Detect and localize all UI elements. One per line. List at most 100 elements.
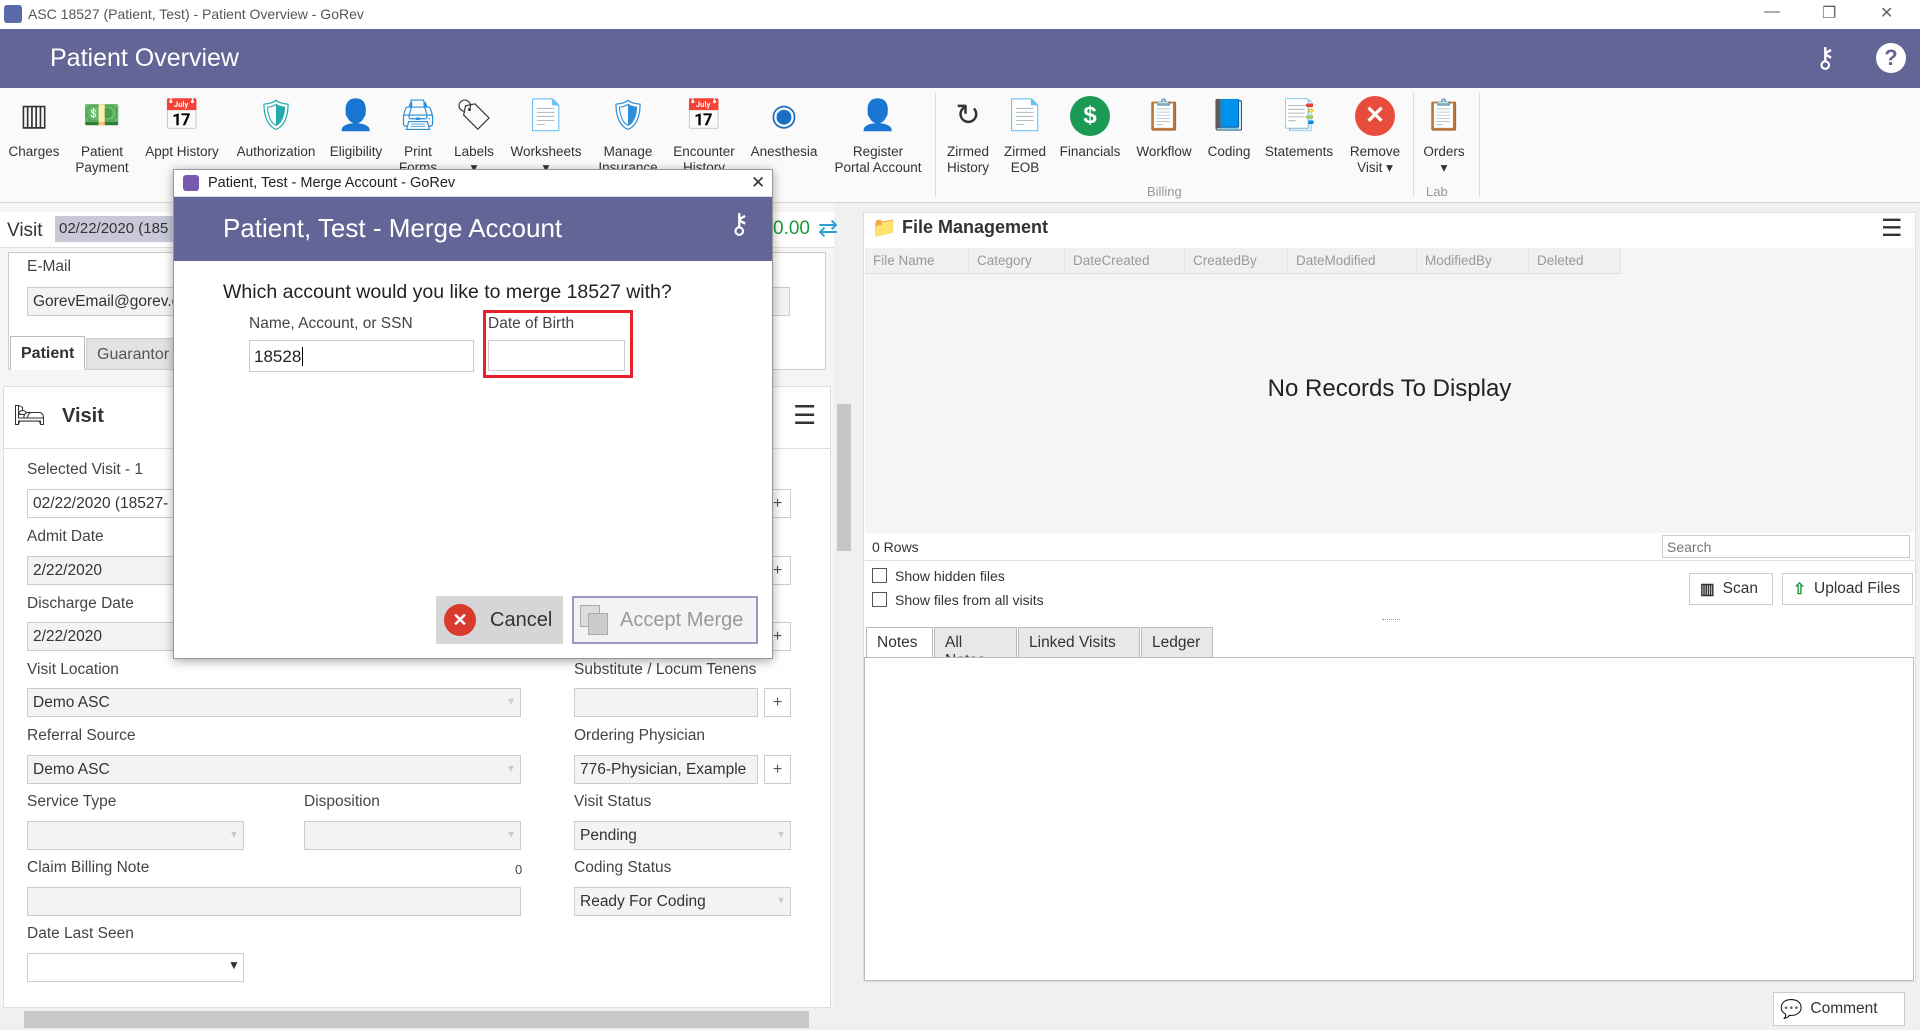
search-input[interactable]: 18528	[249, 340, 474, 372]
help-icon[interactable]: ?	[1876, 43, 1906, 73]
claim-billing-note-field[interactable]	[27, 887, 521, 916]
ribbon-button-encounter-history[interactable]: 📅 Encounter History	[659, 96, 749, 176]
shield-clipboard-icon: 🛡	[256, 99, 296, 132]
minimize-icon[interactable]: —	[1764, 3, 1780, 21]
refresh-icon[interactable]: ⇄	[818, 214, 838, 243]
show-hidden-files-checkbox[interactable]	[872, 568, 887, 583]
date-last-seen-picker[interactable]	[27, 953, 244, 982]
column-header[interactable]: File Name	[865, 248, 969, 274]
upload-icon: ⇧	[1793, 580, 1806, 598]
column-header[interactable]: ModifiedBy	[1417, 248, 1529, 274]
barcode-icon: ▥	[1700, 580, 1715, 598]
app-logo-icon	[4, 5, 22, 23]
visit-status-select[interactable]: Pending	[574, 821, 791, 850]
notes-content	[864, 657, 1914, 981]
scrollbar-thumb[interactable]	[837, 404, 851, 551]
group-label-billing: Billing	[1147, 184, 1182, 199]
upload-files-button[interactable]: ⇧ Upload Files	[1782, 573, 1913, 605]
ribbon-button-anesthesia[interactable]: ◉ Anesthesia	[739, 96, 829, 160]
vertical-scrollbar[interactable]	[835, 251, 853, 1006]
ribbon-button-authorization[interactable]: 🛡 Authorization	[231, 96, 321, 160]
column-header[interactable]: DateCreated	[1065, 248, 1185, 274]
ribbon-button-register-portal-account[interactable]: 👤 Register Portal Account	[833, 96, 923, 176]
scan-button[interactable]: ▥ Scan	[1689, 573, 1773, 605]
admit-date-label: Admit Date	[27, 528, 104, 545]
scrollbar-thumb[interactable]	[24, 1011, 809, 1028]
folder-icon: 📁	[872, 217, 897, 239]
ribbon-button-worksheets[interactable]: 📄 Worksheets ▾	[501, 96, 591, 176]
column-header[interactable]: CreatedBy	[1185, 248, 1288, 274]
calendar-clock-icon: 📅	[163, 99, 201, 132]
tab-guarantor[interactable]: Guarantor	[86, 338, 186, 370]
ribbon-button-label: Payment	[75, 160, 129, 175]
dialog-close-icon[interactable]: ✕	[751, 173, 765, 193]
encounter-icon: 📅	[685, 99, 723, 132]
tab-patient[interactable]: Patient	[10, 336, 85, 370]
disposition-label: Disposition	[304, 793, 380, 810]
coding-status-select[interactable]: Ready For Coding	[574, 887, 791, 916]
ribbon-button-appt-history[interactable]: 📅 Appt History	[137, 96, 227, 160]
keys-icon[interactable]: ⚷	[1815, 41, 1836, 74]
tab-notes[interactable]: Notes	[866, 627, 933, 658]
ordering-physician-field[interactable]: 776-Physician, Example	[574, 755, 758, 784]
add-ordering-physician-button[interactable]: +	[764, 755, 791, 784]
claim-billing-note-label: Claim Billing Note	[27, 859, 150, 876]
column-header[interactable]: Deleted	[1529, 248, 1621, 274]
visit-select[interactable]: 02/22/2020 (185	[55, 216, 180, 242]
disposition-select[interactable]	[304, 821, 521, 850]
service-type-select[interactable]	[27, 821, 244, 850]
service-type-label: Service Type	[27, 793, 117, 810]
user-check-icon: 👤	[337, 99, 375, 132]
hamburger-menu-icon[interactable]: ☰	[1881, 214, 1903, 243]
scan-label: Scan	[1722, 580, 1758, 597]
files-grid: File Name Category DateCreated CreatedBy Dat…	[865, 248, 1914, 533]
tab-linked-visits[interactable]: Linked Visits	[1018, 627, 1140, 658]
show-all-visits-checkbox[interactable]	[872, 592, 887, 607]
date-last-seen-label: Date Last Seen	[27, 925, 134, 942]
cancel-icon: ✕	[444, 604, 476, 636]
visit-location-select[interactable]: Demo ASC	[27, 688, 521, 717]
document-icon: 📄	[1006, 99, 1044, 132]
add-substitute-button[interactable]: +	[764, 688, 791, 717]
user-add-icon: 👤	[859, 99, 897, 132]
selected-visit-label: Selected Visit - 1	[27, 461, 144, 478]
substitute-field[interactable]	[574, 688, 758, 717]
referral-source-select[interactable]: Demo ASC	[27, 755, 521, 784]
coding-status-label: Coding Status	[574, 859, 672, 876]
tab-ledger[interactable]: Ledger	[1141, 627, 1213, 658]
ribbon-button-label: Orders	[1423, 144, 1465, 159]
hamburger-menu-icon[interactable]: ☰	[793, 400, 816, 431]
upload-label: Upload Files	[1814, 580, 1901, 597]
ribbon-button-orders[interactable]: 📋 Orders ▾	[1399, 96, 1489, 176]
ribbon-button-label: Portal Account	[834, 160, 922, 175]
balance-amount: 0.00	[773, 218, 810, 239]
discharge-date-label: Discharge Date	[27, 595, 134, 612]
ribbon-button-patient-payment[interactable]: 💵 Patient Payment	[57, 96, 147, 176]
app-logo-icon	[183, 175, 199, 191]
chevron-down-icon[interactable]: ▼	[228, 958, 240, 972]
dob-input[interactable]	[488, 340, 625, 371]
dialog-title: Patient, Test - Merge Account	[223, 213, 563, 243]
horizontal-scrollbar[interactable]	[0, 1008, 834, 1030]
ribbon-button-label: Worksheets	[510, 144, 582, 159]
page-title: Patient Overview	[50, 44, 239, 72]
search-value: 18528	[254, 347, 302, 366]
files-search-input[interactable]	[1662, 535, 1910, 558]
visit-bar-label: Visit	[7, 220, 43, 241]
restore-icon[interactable]: ❐	[1822, 3, 1836, 23]
cancel-button[interactable]: ✕ Cancel	[436, 596, 563, 644]
ribbon-button-label: Appt History	[145, 144, 219, 159]
tab-all-notes[interactable]: All Notes	[934, 627, 1017, 669]
book-icon: 📘	[1210, 99, 1248, 132]
accept-merge-button[interactable]: Accept Merge	[572, 596, 758, 644]
close-icon[interactable]: ✕	[1880, 3, 1893, 23]
column-header[interactable]: Category	[969, 248, 1065, 274]
orders-icon: 📋	[1425, 99, 1463, 132]
ribbon-button-label: ▾	[1440, 160, 1448, 175]
window-titlebar: ASC 18527 (Patient, Test) - Patient Over…	[0, 0, 1920, 29]
visit-status-label: Visit Status	[574, 793, 652, 810]
cancel-label: Cancel	[490, 608, 553, 631]
column-header[interactable]: DateModified	[1288, 248, 1417, 274]
comment-button[interactable]: 💬 Comment	[1773, 992, 1905, 1026]
splitter-handle[interactable]	[1382, 619, 1400, 622]
